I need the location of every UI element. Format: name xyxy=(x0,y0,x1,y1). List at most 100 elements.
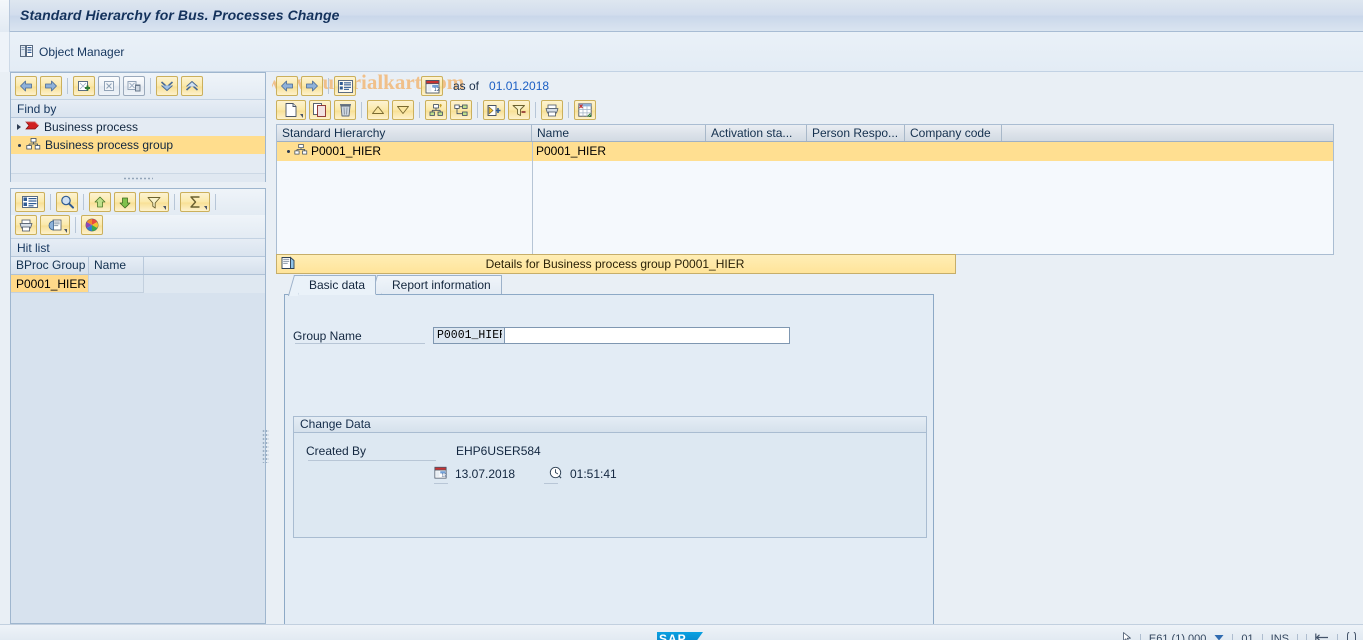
object-manager-button[interactable]: Object Manager xyxy=(20,42,124,62)
created-time-underline xyxy=(544,483,558,484)
tab-label: Report information xyxy=(392,278,491,292)
copy-button[interactable] xyxy=(309,100,331,120)
grid-col-company-code[interactable]: Company code xyxy=(905,125,1002,141)
collapse-all-button[interactable] xyxy=(156,76,178,96)
hit-list-cell-bproc-group[interactable]: P0001_HIER xyxy=(11,275,89,293)
lower-level-button[interactable] xyxy=(450,100,472,120)
toolbar-separator xyxy=(419,102,420,118)
forward-button[interactable] xyxy=(40,76,62,96)
group-name-label-underline xyxy=(295,343,425,344)
details-header: Details for Business process group P0001… xyxy=(276,254,956,274)
filter-dropdown-arrow-icon[interactable] xyxy=(163,206,166,210)
status-system[interactable]: E61 (1) 000 xyxy=(1149,633,1206,640)
basic-data-panel: Group Name Change Data Created By EHP6US… xyxy=(284,294,934,640)
details-header-title: Details for Business process group P0001… xyxy=(485,257,745,271)
delete-search-button[interactable] xyxy=(123,76,145,96)
export-button[interactable] xyxy=(40,215,70,235)
grid-col-activation-status[interactable]: Activation sta... xyxy=(706,125,807,141)
sort-descending-button[interactable] xyxy=(114,192,136,212)
created-by-label: Created By xyxy=(306,444,367,458)
detail-view-button[interactable] xyxy=(15,192,45,212)
created-time-value: 01:51:41 xyxy=(570,467,617,481)
grid-cell-text: P0001_HIER xyxy=(311,144,382,158)
expand-all-button[interactable] xyxy=(181,76,203,96)
tab-label: Basic data xyxy=(309,278,366,292)
tab-basic-data[interactable]: Basic data xyxy=(287,275,377,296)
layout-button[interactable] xyxy=(81,215,103,235)
grid-col-person-responsible[interactable]: Person Respo... xyxy=(807,125,905,141)
status-server: 01 xyxy=(1241,633,1254,640)
status-resize-icon[interactable] xyxy=(1346,630,1357,640)
status-insert-mode[interactable]: INS xyxy=(1271,633,1289,640)
hit-list-cell-name[interactable] xyxy=(89,275,144,293)
print-tree-button[interactable] xyxy=(541,100,563,120)
grid-cell-name[interactable]: P0001_HIER xyxy=(532,142,706,161)
as-of-date-value[interactable]: 01.01.2018 xyxy=(489,79,549,93)
sap-gui-window: Standard Hierarchy for Bus. Processes Ch… xyxy=(0,0,1363,640)
hit-list-col-bproc-group[interactable]: BProc Group xyxy=(11,257,89,274)
status-back-icon[interactable] xyxy=(1315,633,1329,640)
total-dropdown-arrow-icon[interactable] xyxy=(204,206,207,210)
panel-split-handle[interactable] xyxy=(11,173,265,182)
print-button[interactable] xyxy=(15,215,37,235)
grid-cell-person-responsible[interactable] xyxy=(807,142,905,161)
hit-list-panel: Hit list BProc Group Name P0001_HIER xyxy=(10,188,269,624)
toolbar-separator xyxy=(174,194,175,210)
table-row[interactable]: P0001_HIER P0001_HIER xyxy=(277,142,1333,161)
grid-col-filler[interactable] xyxy=(1002,125,1333,141)
details-tabstrip: Basic data Report information xyxy=(276,275,956,296)
clock-icon xyxy=(549,466,562,482)
sort-ascending-button[interactable] xyxy=(89,192,111,212)
higher-level-button[interactable] xyxy=(425,100,447,120)
grid-col-name[interactable]: Name xyxy=(532,125,706,141)
clear-search-button[interactable] xyxy=(98,76,120,96)
find-by-panel: Find by Business process Business proces… xyxy=(10,72,266,182)
assign-button[interactable] xyxy=(483,100,505,120)
expand-triangle-icon xyxy=(17,124,21,130)
key-date-button[interactable]: 12 xyxy=(421,76,443,96)
display-list-button[interactable] xyxy=(334,76,356,96)
grid-cell-standard-hierarchy[interactable]: P0001_HIER xyxy=(277,142,532,161)
main-back-button[interactable] xyxy=(276,76,298,96)
tab-report-information[interactable]: Report information xyxy=(370,275,502,296)
grid-col-standard-hierarchy[interactable]: Standard Hierarchy xyxy=(277,125,532,141)
grid-cell-company-code[interactable] xyxy=(905,142,1002,161)
hit-list-column-headers: BProc Group Name xyxy=(11,257,265,275)
toolbar-separator xyxy=(75,217,76,233)
business-process-group-icon xyxy=(294,142,308,161)
find-by-item-business-process[interactable]: Business process xyxy=(11,118,265,136)
main-work-area: 12 as of 01.01.2018 Standard Hierarchy N… xyxy=(276,72,1359,640)
move-up-button[interactable] xyxy=(367,100,389,120)
find-button[interactable] xyxy=(56,192,78,212)
status-system-dropdown-icon[interactable] xyxy=(1214,633,1224,640)
unassign-button[interactable] xyxy=(508,100,530,120)
find-by-item-business-process-group[interactable]: Business process group xyxy=(11,136,265,154)
sap-logo: SAP xyxy=(657,632,703,640)
group-name-text-input[interactable] xyxy=(504,327,790,344)
hit-list-col-name[interactable]: Name xyxy=(89,257,144,274)
delete-button[interactable] xyxy=(334,100,356,120)
grid-cell-activation-status[interactable] xyxy=(706,142,807,161)
filter-button[interactable] xyxy=(139,192,169,212)
status-separator xyxy=(1261,633,1263,640)
toolbar-separator xyxy=(328,78,329,94)
export-dropdown-arrow-icon[interactable] xyxy=(64,229,67,233)
group-name-key-input[interactable] xyxy=(433,327,505,344)
check-hierarchy-button[interactable] xyxy=(574,100,596,120)
key-date-group: 12 as of 01.01.2018 xyxy=(421,76,549,96)
hit-list-header: Hit list xyxy=(11,238,265,257)
move-down-button[interactable] xyxy=(392,100,414,120)
create-button[interactable] xyxy=(276,100,306,120)
created-on-row: 12 13.07.2018 01:51:41 xyxy=(434,466,617,482)
back-button[interactable] xyxy=(15,76,37,96)
create-dropdown-arrow-icon[interactable] xyxy=(300,114,303,118)
application-toolbar: Object Manager © www.tutorialkart.com xyxy=(0,32,1363,94)
panel-resize-handle[interactable] xyxy=(262,429,269,463)
new-search-button[interactable] xyxy=(73,76,95,96)
main-forward-button[interactable] xyxy=(301,76,323,96)
hit-list-row[interactable]: P0001_HIER xyxy=(11,275,265,293)
window-grip xyxy=(0,0,10,32)
total-button[interactable] xyxy=(180,192,210,212)
grid-cell-filler[interactable] xyxy=(1002,142,1333,161)
group-name-row: Group Name xyxy=(293,327,790,344)
